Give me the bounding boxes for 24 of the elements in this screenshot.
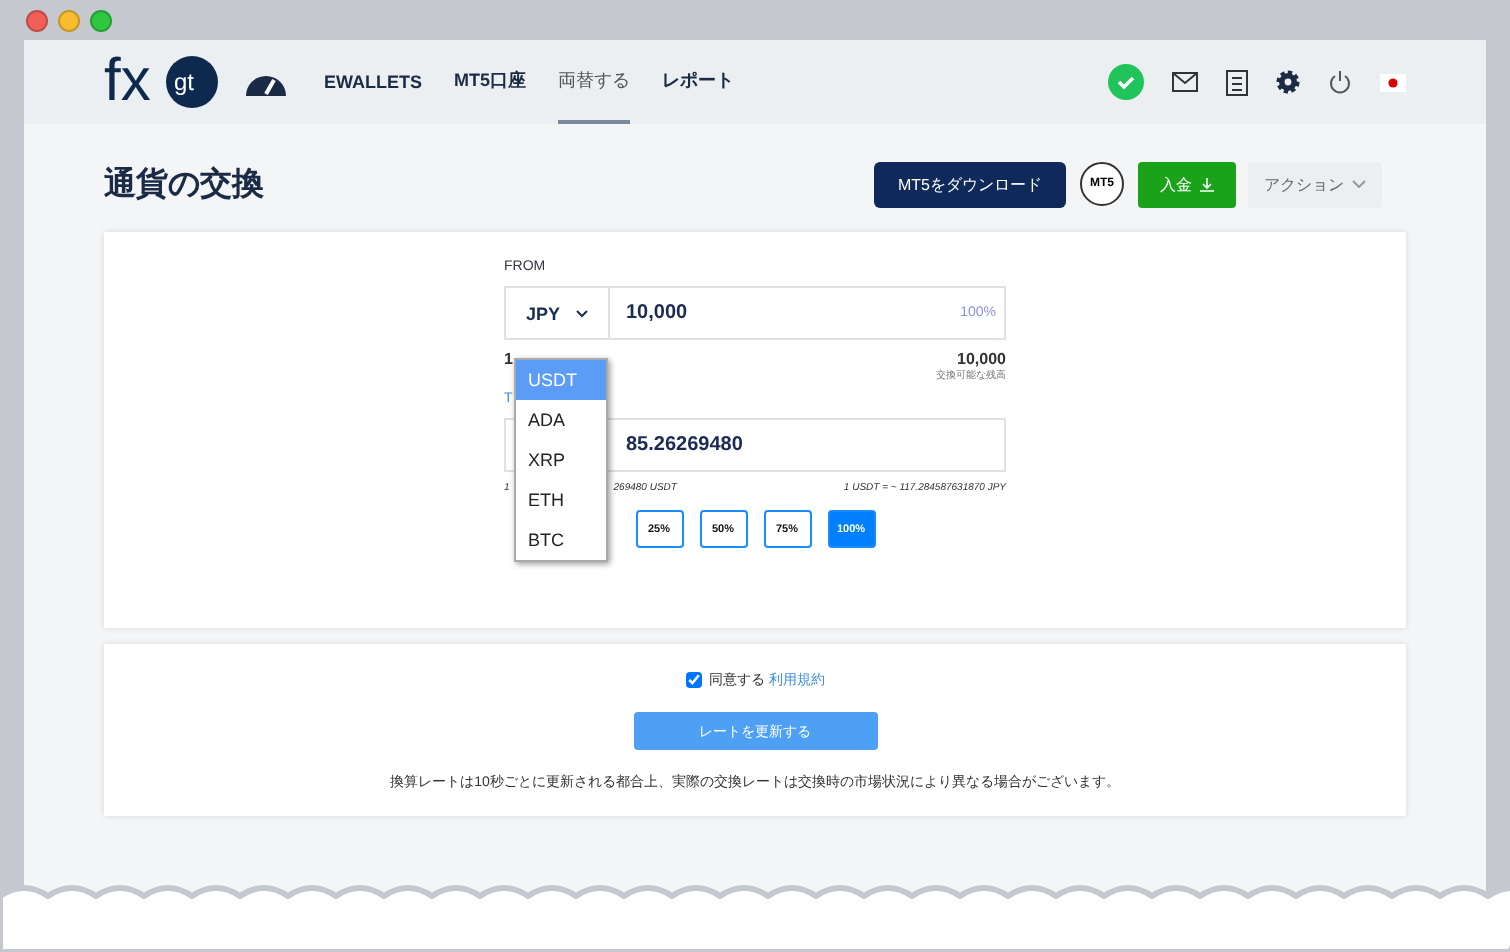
clipboard-icon[interactable]	[1226, 68, 1248, 96]
check-icon[interactable]	[1108, 64, 1144, 100]
mail-icon[interactable]	[1172, 72, 1198, 92]
dropdown-option[interactable]: BTC	[516, 520, 606, 560]
power-icon[interactable]	[1328, 70, 1352, 94]
nav-link[interactable]: レポート	[662, 40, 734, 124]
chevron-down-icon	[576, 309, 588, 317]
dropdown-option[interactable]: ETH	[516, 480, 606, 520]
agree-checkbox[interactable]	[685, 672, 701, 688]
window-control-icon[interactable]	[26, 9, 48, 31]
dropdown-option[interactable]: XRP	[516, 440, 606, 480]
download-icon	[1200, 177, 1214, 191]
action-select[interactable]: アクション	[1248, 161, 1382, 207]
settings-icon[interactable]	[1276, 70, 1300, 94]
nav-link[interactable]: MT5口座	[454, 40, 526, 124]
page-title: 通貨の交換	[104, 164, 266, 205]
download-button[interactable]: MT5をダウンロード	[874, 161, 1066, 207]
flag-icon[interactable]	[1380, 73, 1406, 91]
balance-value: 10,000	[955, 350, 1006, 368]
dropdown-option[interactable]: ADA	[516, 400, 606, 440]
nav-link[interactable]: EWALLETS	[324, 43, 422, 121]
balance-text: 1	[504, 350, 513, 372]
chevron-down-icon	[1352, 180, 1366, 188]
nav-link[interactable]: 両替する	[558, 40, 630, 124]
